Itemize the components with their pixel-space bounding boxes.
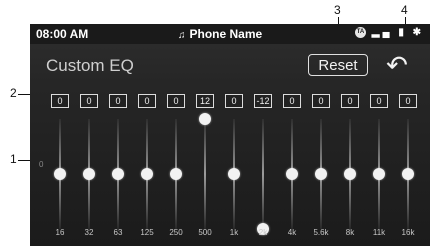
- eq-band-5.6k: 0 5.6k: [306, 24, 336, 246]
- eq-band-16k: 0 16k: [393, 24, 423, 246]
- slider-knob[interactable]: [315, 168, 327, 180]
- eq-band-16: 0 16: [45, 24, 75, 246]
- slider-knob[interactable]: [54, 168, 66, 180]
- band-value-box: 0: [283, 94, 301, 108]
- eq-band-32: 0 32: [74, 24, 104, 246]
- band-value-box: 0: [341, 94, 359, 108]
- slider-knob[interactable]: [112, 168, 124, 180]
- eq-band-125: 0 125: [132, 24, 162, 246]
- band-value-box: 0: [225, 94, 243, 108]
- band-value-box: 0: [167, 94, 185, 108]
- band-value-box: -12: [254, 94, 272, 108]
- band-value-box: 0: [399, 94, 417, 108]
- custom-eq-screen: 08:00 AM ♫ Phone Name TA ▂▄ ▮ ✱ Custom EQ…: [30, 24, 430, 246]
- eq-band-500: 12 500: [190, 24, 220, 246]
- slider-track[interactable]: [262, 119, 264, 229]
- slider-knob[interactable]: [199, 113, 211, 125]
- band-value-box: 0: [138, 94, 156, 108]
- slider-knob[interactable]: [402, 168, 414, 180]
- callout-2: 2: [10, 86, 17, 100]
- eq-band-250: 0 250: [161, 24, 191, 246]
- slider-track[interactable]: [204, 119, 206, 229]
- eq-band-4k: 0 4k: [277, 24, 307, 246]
- slider-knob[interactable]: [83, 168, 95, 180]
- zero-level-mark: 0: [39, 160, 44, 169]
- eq-bands: 0 16 0 32 0 63 0 125 0 250 12 500 0 1k -12 2k 0 4k 0 5.6k 0 8…: [30, 24, 430, 246]
- band-value-box: 12: [196, 94, 214, 108]
- callout-1: 1: [10, 152, 17, 166]
- slider-knob[interactable]: [141, 168, 153, 180]
- slider-knob[interactable]: [373, 168, 385, 180]
- callout-4: 4: [401, 3, 408, 17]
- eq-band-63: 0 63: [103, 24, 133, 246]
- eq-band-8k: 0 8k: [335, 24, 365, 246]
- slider-knob[interactable]: [344, 168, 356, 180]
- eq-band-11k: 0 11k: [364, 24, 394, 246]
- band-frequency-label: 16k: [401, 228, 415, 237]
- eq-band-1k: 0 1k: [219, 24, 249, 246]
- band-value-box: 0: [312, 94, 330, 108]
- eq-band-2k: -12 2k: [248, 24, 278, 246]
- callout-3: 3: [334, 3, 341, 17]
- slider-knob[interactable]: [228, 168, 240, 180]
- band-value-box: 0: [51, 94, 69, 108]
- slider-knob[interactable]: [170, 168, 182, 180]
- band-value-box: 0: [80, 94, 98, 108]
- band-value-box: 0: [109, 94, 127, 108]
- slider-knob[interactable]: [286, 168, 298, 180]
- band-value-box: 0: [370, 94, 388, 108]
